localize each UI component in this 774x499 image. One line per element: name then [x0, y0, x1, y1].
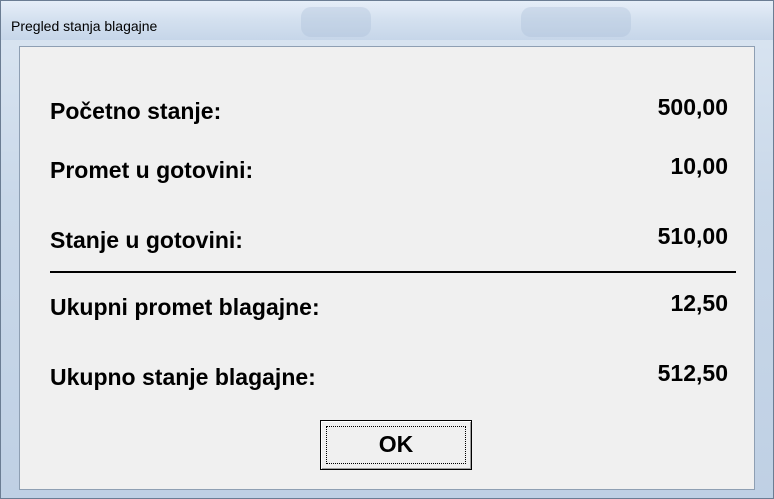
divider	[50, 271, 736, 273]
total-turnover-label: Ukupni promet blagajne:	[50, 294, 320, 320]
dialog-window: Pregled stanja blagajne Početno stanje: …	[0, 0, 774, 499]
cash-balance-value: 510,00	[657, 223, 728, 249]
cash-turnover-label: Promet u gotovini:	[50, 157, 254, 183]
window-title: Pregled stanja blagajne	[11, 18, 158, 34]
dialog-content: Početno stanje: 500,00 Promet u gotovini…	[19, 46, 755, 490]
row-cash-balance: Stanje u gotovini: 510,00	[50, 223, 728, 257]
cash-balance-label: Stanje u gotovini:	[50, 227, 243, 253]
row-opening-balance: Početno stanje: 500,00	[50, 94, 728, 128]
total-balance-label: Ukupno stanje blagajne:	[50, 364, 316, 390]
total-balance-value: 512,50	[657, 360, 728, 386]
ok-button[interactable]: OK	[320, 420, 472, 470]
title-bar-glass-reflection-2	[521, 7, 631, 37]
row-cash-turnover: Promet u gotovini: 10,00	[50, 153, 728, 187]
row-total-turnover: Ukupni promet blagajne: 12,50	[50, 290, 728, 324]
row-total-balance: Ukupno stanje blagajne: 512,50	[50, 360, 728, 394]
title-bar-glass-reflection	[301, 7, 371, 37]
total-turnover-value: 12,50	[670, 290, 728, 316]
opening-balance-label: Početno stanje:	[50, 98, 222, 124]
title-bar[interactable]: Pregled stanja blagajne	[1, 1, 773, 40]
opening-balance-value: 500,00	[657, 94, 728, 120]
cash-turnover-value: 10,00	[670, 153, 728, 179]
ok-button-label: OK	[378, 431, 414, 457]
